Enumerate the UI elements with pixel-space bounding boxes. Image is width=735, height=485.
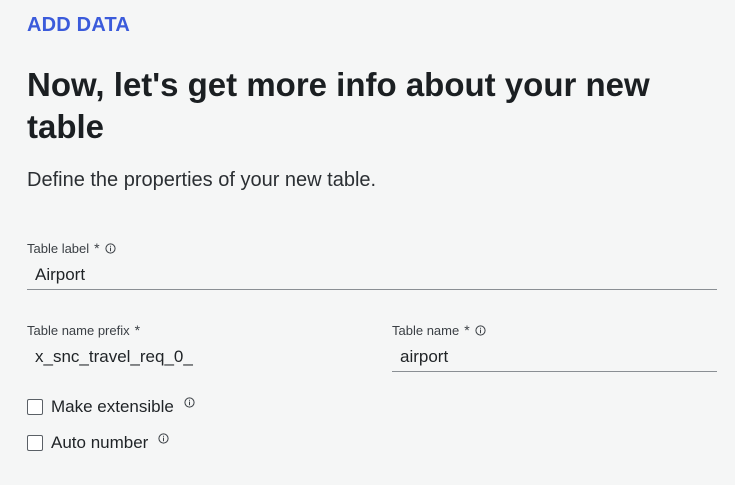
required-mark: * (94, 240, 100, 256)
table-label-underline (27, 289, 717, 290)
table-name-input[interactable]: airport (400, 347, 448, 367)
auto-number-checkbox[interactable] (27, 435, 43, 451)
table-name-prefix-value: x_snc_travel_req_0_ (35, 347, 193, 366)
table-label-text: Table label (27, 240, 90, 256)
auto-number-label[interactable]: Auto number (51, 433, 148, 453)
add-data-page: ADD DATA Now, let's get more info about … (0, 0, 735, 485)
table-label-input[interactable]: Airport (35, 265, 85, 285)
page-subtitle: Define the properties of your new table. (27, 169, 377, 191)
info-icon[interactable] (105, 242, 116, 254)
table-name-underline (392, 371, 717, 372)
make-extensible-checkbox[interactable] (27, 399, 43, 415)
table-name-text: Table name (392, 322, 460, 338)
table-label-label: Table label * (27, 240, 116, 256)
page-title: Now, let's get more info about your new … (27, 66, 650, 145)
auto-number-row: Auto number (27, 433, 169, 453)
info-icon[interactable] (158, 433, 169, 444)
make-extensible-row: Make extensible (27, 397, 195, 417)
table-name-label: Table name * (392, 322, 486, 338)
eyebrow-heading: ADD DATA (27, 14, 131, 36)
make-extensible-label[interactable]: Make extensible (51, 397, 174, 417)
table-name-prefix-label: Table name prefix * (27, 322, 140, 338)
table-name-prefix-text: Table name prefix (27, 322, 130, 338)
required-mark: * (134, 322, 141, 338)
required-mark: * (464, 322, 470, 338)
info-icon[interactable] (184, 397, 195, 408)
info-icon[interactable] (475, 324, 486, 336)
